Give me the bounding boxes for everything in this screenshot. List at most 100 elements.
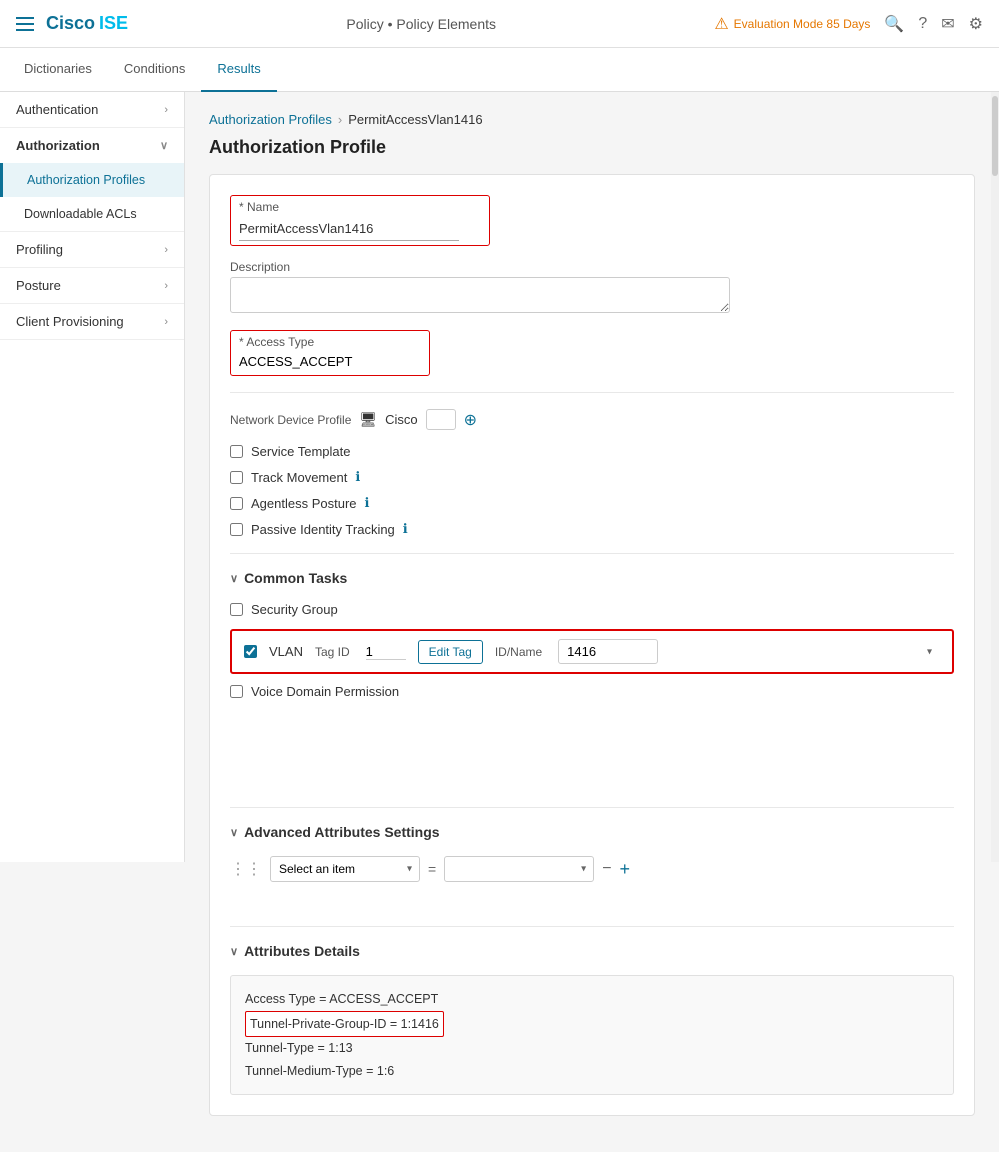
scrollbar[interactable] xyxy=(991,92,999,862)
edit-tag-button[interactable]: Edit Tag xyxy=(418,640,483,664)
access-type-select[interactable]: ACCESS_ACCEPT ACCESS_REJECT xyxy=(239,352,409,371)
description-label: Description xyxy=(230,260,730,274)
equals-sign: = xyxy=(428,861,436,877)
attributes-details-header[interactable]: ∨ Attributes Details xyxy=(230,943,954,959)
sidebar-section-authorization: Authorization ∨ Authorization Profiles D… xyxy=(0,128,184,232)
sidebar-section-profiling: Profiling › xyxy=(0,232,184,268)
vlan-label: VLAN xyxy=(269,644,303,659)
track-movement-row: Track Movement ℹ xyxy=(230,469,954,485)
top-nav: Cisco ISE Policy • Policy Elements ⚠ Eva… xyxy=(0,0,999,48)
sidebar-label-posture: Posture xyxy=(16,278,61,293)
voice-domain-row: Voice Domain Permission xyxy=(230,684,954,699)
sidebar-label-authentication: Authentication xyxy=(16,102,98,117)
sidebar-label-client-provisioning: Client Provisioning xyxy=(16,314,124,329)
search-icon[interactable]: 🔍 xyxy=(884,14,904,34)
voice-domain-label: Voice Domain Permission xyxy=(251,684,399,699)
chevron-right-icon-posture: › xyxy=(164,280,168,292)
security-group-row: Security Group xyxy=(230,602,954,617)
profile-value: Cisco xyxy=(385,412,418,427)
remove-attr-button[interactable]: − xyxy=(602,860,611,878)
brand-logo: Cisco ISE xyxy=(46,13,128,34)
security-group-checkbox[interactable] xyxy=(230,603,243,616)
form-card: * Name Description * Access Type ACCESS_… xyxy=(209,174,975,1116)
tag-id-label: Tag ID xyxy=(315,645,350,659)
vlan-checkbox[interactable] xyxy=(244,645,257,658)
passive-identity-info-icon[interactable]: ℹ xyxy=(403,521,408,537)
adv-attr-row: ⋮⋮ Select an item ▾ = ▾ − + xyxy=(230,856,954,882)
sidebar-item-posture[interactable]: Posture › xyxy=(0,268,184,303)
drag-handle-icon[interactable]: ⋮⋮ xyxy=(230,859,262,879)
attrs-detail-line3: Tunnel-Type = 1:13 xyxy=(245,1037,939,1060)
page-breadcrumb-title: Policy • Policy Elements xyxy=(346,16,496,32)
passive-identity-checkbox[interactable] xyxy=(230,523,243,536)
nav-left: Cisco ISE xyxy=(16,13,128,34)
common-tasks-collapse-icon: ∨ xyxy=(230,572,238,585)
attrs-details-title: Attributes Details xyxy=(244,943,360,959)
tab-dictionaries[interactable]: Dictionaries xyxy=(8,48,108,92)
profile-select-wrapper xyxy=(426,409,456,430)
agentless-posture-info-icon[interactable]: ℹ xyxy=(365,495,370,511)
attr-value-wrapper: ▾ xyxy=(444,856,594,882)
access-type-label: * Access Type xyxy=(239,335,421,349)
eval-text: Evaluation Mode 85 Days xyxy=(734,17,871,31)
main-content: Authorization Profiles › PermitAccessVla… xyxy=(185,92,999,1152)
nav-right: ⚠ Evaluation Mode 85 Days 🔍 ? ✉ ⚙ xyxy=(714,14,983,34)
brand-ise: ISE xyxy=(99,13,128,34)
sidebar-item-authorization[interactable]: Authorization ∨ xyxy=(0,128,184,163)
chevron-right-icon-profiling: › xyxy=(164,244,168,256)
breadcrumb: Authorization Profiles › PermitAccessVla… xyxy=(209,112,975,127)
attributes-details-box: Access Type = ACCESS_ACCEPT Tunnel-Priva… xyxy=(230,975,954,1095)
voice-domain-checkbox[interactable] xyxy=(230,685,243,698)
brand-cisco: Cisco xyxy=(46,13,95,34)
description-input[interactable] xyxy=(230,277,730,313)
tag-id-input[interactable] xyxy=(366,644,406,660)
advanced-attributes-header[interactable]: ∨ Advanced Attributes Settings xyxy=(230,824,954,840)
service-template-label: Service Template xyxy=(251,444,350,459)
sidebar-section-authentication: Authentication › xyxy=(0,92,184,128)
hamburger-button[interactable] xyxy=(16,17,34,31)
profile-row: Network Device Profile 🖥 Cisco ⊕ xyxy=(230,409,954,430)
agentless-posture-checkbox[interactable] xyxy=(230,497,243,510)
passive-identity-row: Passive Identity Tracking ℹ xyxy=(230,521,954,537)
profile-add-icon[interactable]: ⊕ xyxy=(464,410,477,430)
breadcrumb-parent-link[interactable]: Authorization Profiles xyxy=(209,112,332,127)
notifications-icon[interactable]: ✉ xyxy=(941,14,954,34)
attrs-detail-line1: Access Type = ACCESS_ACCEPT xyxy=(245,988,939,1011)
sidebar-item-authorization-profiles[interactable]: Authorization Profiles xyxy=(0,163,184,197)
sidebar-item-client-provisioning[interactable]: Client Provisioning › xyxy=(0,304,184,339)
id-name-select-wrapper: 1416 ▾ xyxy=(558,639,940,664)
tab-conditions[interactable]: Conditions xyxy=(108,48,201,92)
breadcrumb-current: PermitAccessVlan1416 xyxy=(348,112,482,127)
tab-results[interactable]: Results xyxy=(201,48,276,92)
sidebar-item-profiling[interactable]: Profiling › xyxy=(0,232,184,267)
sidebar: Authentication › Authorization ∨ Authori… xyxy=(0,92,185,862)
common-tasks-header[interactable]: ∨ Common Tasks xyxy=(230,570,954,586)
page-title: Authorization Profile xyxy=(209,137,975,158)
sub-nav: Dictionaries Conditions Results xyxy=(0,48,999,92)
attr-value-select[interactable] xyxy=(444,856,594,882)
eval-badge: ⚠ Evaluation Mode 85 Days xyxy=(714,14,870,34)
vlan-row: VLAN Tag ID Edit Tag ID/Name 1416 ▾ xyxy=(230,629,954,674)
sidebar-item-downloadable-acls[interactable]: Downloadable ACLs xyxy=(0,197,184,231)
settings-icon[interactable]: ⚙ xyxy=(969,14,983,34)
track-movement-checkbox[interactable] xyxy=(230,471,243,484)
attr-item-select[interactable]: Select an item xyxy=(270,856,420,882)
track-movement-label: Track Movement xyxy=(251,470,347,485)
sidebar-item-authentication[interactable]: Authentication › xyxy=(0,92,184,127)
network-device-profile-group: Network Device Profile 🖥 Cisco ⊕ xyxy=(230,409,954,430)
id-name-select[interactable]: 1416 xyxy=(558,639,658,664)
adv-attrs-collapse-icon: ∨ xyxy=(230,826,238,839)
chevron-right-icon-client: › xyxy=(164,316,168,328)
profile-select[interactable] xyxy=(426,409,456,430)
sidebar-section-client-provisioning: Client Provisioning › xyxy=(0,304,184,340)
help-icon[interactable]: ? xyxy=(918,15,927,33)
chevron-right-icon: › xyxy=(164,104,168,116)
service-template-checkbox[interactable] xyxy=(230,445,243,458)
network-device-profile-label: Network Device Profile xyxy=(230,413,351,427)
tunnel-private-group-highlight: Tunnel-Private-Group-ID = 1:1416 xyxy=(245,1011,444,1038)
track-movement-info-icon[interactable]: ℹ xyxy=(355,469,360,485)
name-input[interactable] xyxy=(239,217,459,241)
scrollbar-thumb[interactable] xyxy=(992,96,998,176)
agentless-posture-label: Agentless Posture xyxy=(251,496,357,511)
sidebar-label-profiling: Profiling xyxy=(16,242,63,257)
